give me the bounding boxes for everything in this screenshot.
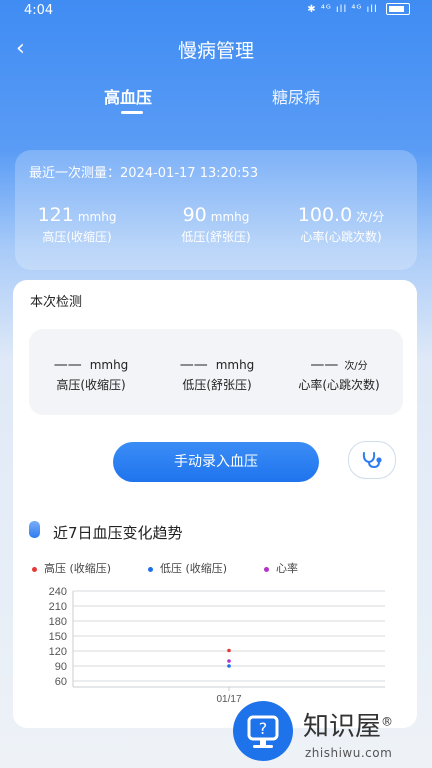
battery-icon xyxy=(386,3,410,15)
watermark-name: 知识屋 xyxy=(303,712,382,742)
legend-diastolic-dot xyxy=(148,566,153,572)
current-heart-rate: —— 次/分 心率(心跳次数) xyxy=(274,354,404,393)
current-diastolic-value: —— xyxy=(179,357,208,373)
trend-chart: 240210180150120906001/17 xyxy=(49,586,385,705)
trend-title-marker xyxy=(29,521,40,538)
last-heart-rate: 100.0 次/分 心率(心跳次数) xyxy=(276,204,406,245)
last-heart-rate-unit: 次/分 xyxy=(356,210,385,224)
tab-indicator xyxy=(121,111,143,114)
bluetooth-icon: ✱ xyxy=(307,4,317,15)
legend-diastolic-label: 低压 (收缩压) xyxy=(160,562,228,575)
last-measurement-caption: 最近一次测量：2024-01-17 13:20:53 xyxy=(29,162,258,181)
stethoscope-icon xyxy=(362,452,382,469)
data-point xyxy=(227,648,231,653)
last-measurement-time: 2024-01-17 13:20:53 xyxy=(120,166,259,181)
current-heart-rate-label: 心率(心跳次数) xyxy=(298,378,380,392)
current-diastolic-unit: mmhg xyxy=(215,358,255,372)
status-icons: ✱ ⁴ᴳ ıll ⁴ᴳ ıll xyxy=(307,3,410,15)
current-systolic-value: —— xyxy=(53,357,82,373)
y-tick-label: 60 xyxy=(55,676,67,688)
data-point xyxy=(227,659,231,663)
page-title: 慢病管理 xyxy=(177,40,254,62)
status-bar: 4:04 ✱ ⁴ᴳ ıll ⁴ᴳ ıll xyxy=(0,0,432,22)
tab-bar: 高血压 糖尿病 xyxy=(0,82,432,122)
y-tick-label: 210 xyxy=(49,601,67,613)
current-diastolic: —— mmhg 低压(舒张压) xyxy=(152,354,282,393)
legend-heart-rate-label: 心率 xyxy=(276,562,298,575)
legend-heart-rate-dot xyxy=(264,566,269,572)
watermark-text: 知识屋® xyxy=(303,706,393,743)
last-systolic-value: 121 xyxy=(37,204,74,226)
last-measurement-card: 最近一次测量：2024-01-17 13:20:53 121 mmhg 高压(收缩… xyxy=(15,150,417,270)
last-systolic-unit: mmhg xyxy=(77,210,117,224)
last-diastolic: 90 mmhg 低压(舒张压) xyxy=(151,204,281,245)
y-tick-label: 90 xyxy=(55,661,67,673)
watermark-url: zhishiwu.com xyxy=(305,746,393,760)
last-diastolic-label: 低压(舒张压) xyxy=(181,230,251,244)
current-heart-rate-value: —— xyxy=(310,357,339,373)
current-systolic-label: 高压(收缩压) xyxy=(56,378,126,392)
current-diastolic-label: 低压(舒张压) xyxy=(182,378,252,392)
tab-diabetes[interactable]: 糖尿病 xyxy=(272,84,320,108)
last-heart-rate-label: 心率(心跳次数) xyxy=(300,230,382,244)
signal-icon: ⁴ᴳ ıll ⁴ᴳ ıll xyxy=(320,4,378,15)
device-measure-button[interactable] xyxy=(348,441,396,479)
legend-systolic: 高压 (收缩压) xyxy=(32,560,111,576)
watermark-badge: ? xyxy=(233,701,293,761)
last-diastolic-value: 90 xyxy=(182,204,207,226)
status-time: 4:04 xyxy=(24,3,54,18)
trend-title: 近7日血压变化趋势 xyxy=(53,524,183,542)
y-tick-label: 240 xyxy=(49,586,67,598)
legend-heart-rate: 心率 xyxy=(264,560,298,576)
current-test-title: 本次检测 xyxy=(30,295,83,310)
current-test-box: —— mmhg 高压(收缩压) —— mmhg 低压(舒张压) —— 次/分 心率(心… xyxy=(29,329,403,415)
watermark-registered: ® xyxy=(381,714,394,729)
question-monitor-icon: ? xyxy=(247,715,279,748)
svg-text:?: ? xyxy=(259,719,268,738)
last-diastolic-unit: mmhg xyxy=(210,210,250,224)
y-tick-label: 180 xyxy=(49,616,67,628)
main-card: 本次检测 —— mmhg 高压(收缩压) —— mmhg 低压(舒张压) —— 次/分… xyxy=(13,280,417,728)
nav-bar: ‹ 慢病管理 xyxy=(0,30,432,70)
last-systolic: 121 mmhg 高压(收缩压) xyxy=(12,204,142,245)
last-measurement-label: 最近一次测量： xyxy=(29,166,121,181)
data-point xyxy=(227,664,231,668)
y-tick-label: 150 xyxy=(49,631,67,643)
y-tick-label: 120 xyxy=(49,646,67,658)
legend-systolic-label: 高压 (收缩压) xyxy=(44,562,112,575)
manual-entry-button[interactable]: 手动录入血压 xyxy=(113,442,319,482)
last-systolic-label: 高压(收缩压) xyxy=(42,230,112,244)
watermark-logo: ? 知识屋® zhishiwu.com xyxy=(233,700,432,768)
tab-hypertension[interactable]: 高血压 xyxy=(104,84,152,108)
current-systolic: —— mmhg 高压(收缩压) xyxy=(26,354,156,393)
legend-diastolic: 低压 (收缩压) xyxy=(148,560,227,576)
current-systolic-unit: mmhg xyxy=(89,358,129,372)
legend-systolic-dot xyxy=(32,566,37,572)
last-heart-rate-value: 100.0 xyxy=(297,204,353,226)
current-heart-rate-unit: 次/分 xyxy=(344,361,368,372)
